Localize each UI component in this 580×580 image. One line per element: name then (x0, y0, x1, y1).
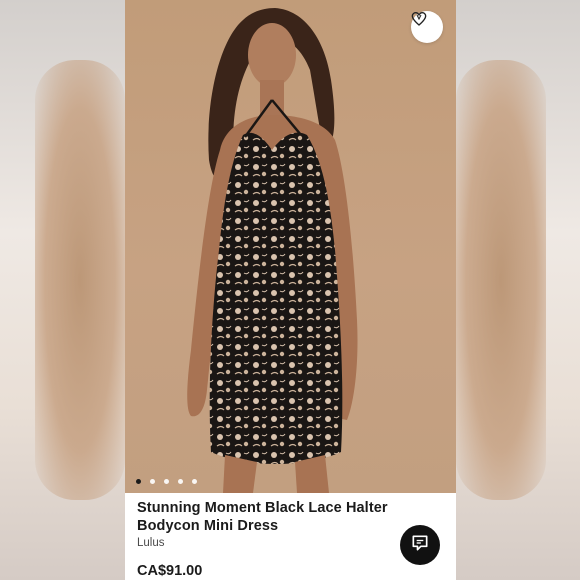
carousel-dot[interactable] (164, 479, 169, 484)
product-title[interactable]: Stunning Moment Black Lace Halter Bodyco… (137, 499, 407, 535)
product-brand[interactable]: Lulus (137, 537, 165, 549)
carousel-dot[interactable] (178, 479, 183, 484)
wishlist-button[interactable] (411, 11, 443, 43)
carousel-dot[interactable] (136, 479, 141, 484)
product-card: Stunning Moment Black Lace Halter Bodyco… (125, 0, 456, 580)
blurred-background-left (0, 0, 125, 580)
carousel-dot[interactable] (192, 479, 197, 484)
carousel-indicator[interactable] (136, 479, 197, 484)
carousel-dot[interactable] (150, 479, 155, 484)
product-price: CA$91.00 (137, 563, 203, 579)
chat-bubble-icon (410, 533, 430, 558)
product-image[interactable] (125, 0, 456, 493)
chat-button[interactable] (400, 525, 440, 565)
product-info: Stunning Moment Black Lace Halter Bodyco… (125, 493, 456, 580)
blurred-background-right (456, 0, 580, 580)
